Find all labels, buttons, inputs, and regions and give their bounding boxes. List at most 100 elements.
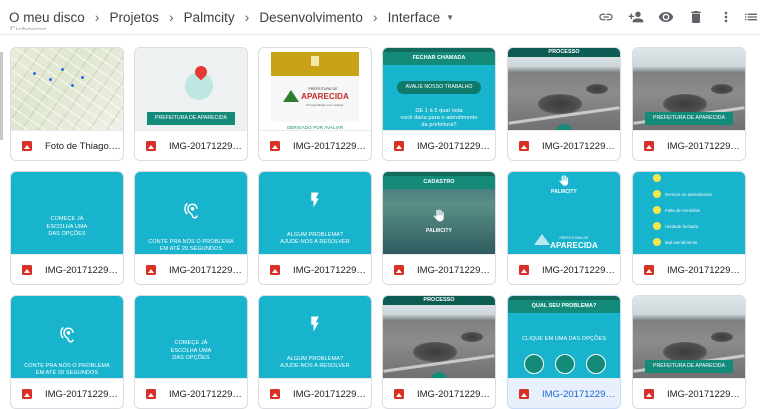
file-thumbnail: PREFEITURA DE APARECIDA: [633, 296, 745, 378]
file-thumbnail: QUAL SEU PROBLEMA? CLIQUE EM UMA DAS OPÇÕ…: [508, 296, 620, 378]
plus-icon: [524, 354, 544, 374]
file-name: IMG-20171229-W...: [667, 264, 743, 276]
banner-label: PREFEITURA DE APARECIDA: [645, 112, 733, 125]
file-card[interactable]: COMEÇE JÁ ESCOLHA UMA DAS OPÇÕES IMG-201712…: [10, 171, 124, 285]
banner-label: PREFEITURA DE APARECIDA: [147, 112, 235, 125]
scrollbar-thumb[interactable]: [0, 52, 3, 140]
file-card[interactable]: PROCESSO IMG-20171229-W...: [382, 295, 496, 409]
file-caption: IMG-20171229-W...: [11, 378, 123, 408]
file-name: IMG-20171229-W...: [542, 388, 618, 400]
option-dot: [653, 222, 661, 230]
logo-subtitle-text: Prosperidade com Justiça: [306, 103, 344, 107]
option-dot: [653, 190, 661, 198]
file-caption: IMG-20171229-W...: [633, 378, 745, 408]
image-file-icon: [22, 265, 32, 275]
pothole: [711, 84, 733, 94]
file-card[interactable]: PREFEITURA DE APARECIDA IMG-20171229-W...: [632, 295, 746, 409]
eye-icon[interactable]: [652, 3, 680, 31]
more-vert-icon[interactable]: [712, 3, 740, 31]
pothole: [413, 342, 457, 362]
pothole: [663, 342, 707, 362]
file-card[interactable]: Demora no atendimento Falta de remédios Un…: [632, 171, 746, 285]
file-card[interactable]: PALMCITY PREFEITURA DE APARECIDA IMG-201712…: [507, 171, 621, 285]
pothole: [586, 84, 608, 94]
rate-button: AVALIE NOSSO TRABALHO: [397, 81, 481, 94]
image-file-icon: [644, 265, 654, 275]
bookmark-icon: [311, 56, 319, 66]
screen-header: PROCESSO: [508, 48, 620, 57]
image-file-icon: [644, 389, 654, 399]
list-view-icon[interactable]: [742, 3, 760, 31]
pothole: [711, 332, 733, 342]
chevron-right-icon: ›: [372, 9, 378, 25]
rating-question-text: DE 1 à 5 qual nota: [415, 108, 463, 114]
map-roads: [11, 48, 123, 130]
breadcrumb-item-projetos[interactable]: Projetos: [109, 10, 159, 25]
pothole: [538, 94, 582, 114]
trash-icon[interactable]: [682, 3, 710, 31]
divider: [0, 34, 760, 35]
file-card[interactable]: CONTE PRA NÓS O PROBLEMA EM ATÉ 20 SEGUND…: [134, 171, 248, 285]
file-thumbnail: PROCESSO: [508, 48, 620, 130]
file-name: IMG-20171229-W...: [417, 140, 493, 152]
file-name: IMG-20171229-W...: [45, 264, 121, 276]
lightning-icon: [306, 190, 324, 210]
add-person-icon[interactable]: [622, 3, 650, 31]
top-bar: O meu disco › Projetos › Palmcity › Dese…: [0, 0, 760, 34]
image-file-icon: [519, 265, 529, 275]
link-icon[interactable]: [592, 3, 620, 31]
file-name: IMG-20171229-W...: [293, 264, 369, 276]
file-caption: IMG-20171229-W...: [383, 130, 495, 160]
file-card[interactable]: CADASTRO PALMCITY IMG-20171229-W...: [382, 171, 496, 285]
image-file-icon: [22, 141, 32, 151]
file-card[interactable]: CONTE PRA NÓS O PROBLEMA EM ATÉ 20 SEGUND…: [10, 295, 124, 409]
brand-text: PALMCITY: [551, 189, 577, 195]
file-card[interactable]: ALGUM PROBLEMA? AJUDE-NOS A RESOLVER IMG-2…: [258, 171, 372, 285]
file-caption: IMG-20171229-W...: [135, 254, 247, 284]
file-caption: IMG-20171229-W...: [508, 254, 620, 284]
file-card[interactable]: COMEÇE JÁ ESCOLHA UMA DAS OPÇÕES IMG-201712…: [134, 295, 248, 409]
file-thumbnail: CONTE PRA NÓS O PROBLEMA EM ATÉ 20 SEGUND…: [135, 172, 247, 254]
file-name: IMG-20171229-W...: [542, 264, 618, 276]
image-file-icon: [270, 141, 280, 151]
chevron-right-icon: ›: [168, 9, 174, 25]
file-card[interactable]: PREFEITURA DE APARECIDA IMG-20171229-W...: [134, 47, 248, 161]
file-thumbnail: PREFEITURA DE APARECIDA: [135, 48, 247, 130]
file-name: IMG-20171229-W...: [542, 140, 618, 152]
option-dot: [653, 238, 661, 246]
breadcrumb-item-palmcity[interactable]: Palmcity: [184, 10, 235, 25]
image-file-icon: [519, 141, 529, 151]
image-file-icon: [519, 389, 529, 399]
file-card[interactable]: PREFEITURA DE APARECIDA IMG-20171229-W...: [632, 47, 746, 161]
option-dot: [653, 174, 661, 182]
file-card[interactable]: FECHAR CHAMADA AVALIE NOSSO TRABALHO DE 1 …: [382, 47, 496, 161]
file-card[interactable]: QUAL SEU PROBLEMA? CLIQUE EM UMA DAS OPÇÕ…: [507, 295, 621, 409]
image-file-icon: [644, 141, 654, 151]
file-caption: IMG-20171229-W...: [633, 130, 745, 160]
file-caption: IMG-20171229-W...: [259, 378, 371, 408]
image-file-icon: [394, 141, 404, 151]
breadcrumb-current-folder[interactable]: Interface ▼: [388, 10, 454, 25]
screen-header: CADASTRO: [383, 176, 495, 189]
prompt-text: DAS OPÇÕES: [48, 231, 86, 237]
file-card[interactable]: ALGUM PROBLEMA? AJUDE-NOS A RESOLVER IMG-2…: [258, 295, 372, 409]
prompt-text: COMEÇE JÁ: [174, 340, 208, 346]
screen-header: PROCESSO: [383, 296, 495, 305]
breadcrumb-item-desenvolvimento[interactable]: Desenvolvimento: [259, 10, 363, 25]
file-card[interactable]: Foto de Thiago. A...: [10, 47, 124, 161]
lightning-icon: [306, 314, 324, 334]
image-file-icon: [270, 265, 280, 275]
toolbar-actions: [590, 0, 760, 34]
pothole: [663, 94, 707, 114]
prompt-text: CONTE PRA NÓS O PROBLEMA: [148, 239, 234, 245]
file-card[interactable]: PREFEITURA DE APARECIDA Prosperidade com J…: [258, 47, 372, 161]
file-caption: IMG-20171229-W...: [135, 130, 247, 160]
hearing-icon: [58, 326, 76, 344]
file-thumbnail: CONTE PRA NÓS O PROBLEMA EM ATÉ 20 SEGUND…: [11, 296, 123, 378]
file-thumbnail: ALGUM PROBLEMA? AJUDE-NOS A RESOLVER: [259, 296, 371, 378]
chevron-right-icon: ›: [244, 9, 250, 25]
file-name: IMG-20171229-W...: [45, 388, 121, 400]
file-caption: IMG-20171229-W...: [508, 130, 620, 160]
prompt-text: ESCOLHA UMA: [46, 224, 88, 230]
file-card[interactable]: PROCESSO IMG-20171229-W...: [507, 47, 621, 161]
